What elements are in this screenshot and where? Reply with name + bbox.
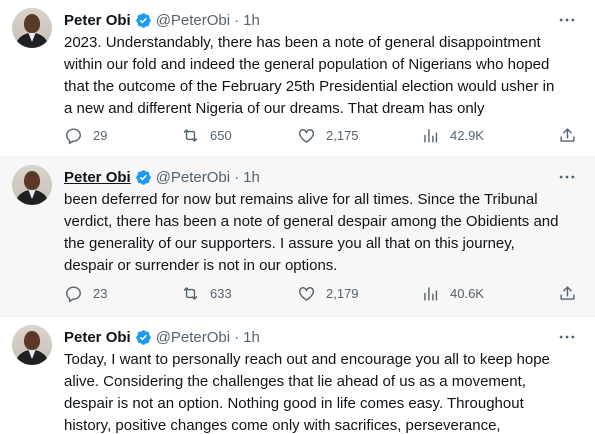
view-count: 42.9K [450, 127, 484, 143]
retweet-icon [183, 128, 198, 142]
tweet-header: Peter Obi @PeterObi · 1h [64, 10, 260, 30]
reply-button[interactable]: 29 [64, 126, 181, 145]
verified-badge-icon [135, 12, 151, 28]
retweet-count: 633 [210, 285, 232, 301]
view-count: 40.6K [450, 285, 484, 301]
retweet-count: 650 [210, 127, 232, 143]
reply-button[interactable]: 23 [64, 284, 181, 303]
share-button[interactable] [558, 126, 577, 145]
avatar[interactable] [12, 165, 52, 205]
avatar[interactable] [12, 8, 52, 48]
author-name[interactable]: Peter Obi [64, 169, 131, 186]
reply-count: 23 [93, 285, 108, 301]
share-icon [560, 285, 575, 300]
more-dots-icon[interactable] [557, 10, 577, 30]
views-icon [424, 286, 438, 301]
timestamp[interactable]: 1h [243, 12, 260, 29]
separator: · [234, 328, 240, 346]
author-name[interactable]: Peter Obi [64, 12, 131, 29]
views-button[interactable]: 42.9K [421, 126, 484, 145]
tweet-1[interactable]: Peter Obi @PeterObi · 1h 2023. Understan… [0, 0, 595, 157]
views-button[interactable]: 40.6K [421, 284, 484, 303]
retweet-icon [183, 286, 198, 300]
like-button[interactable]: 2,175 [297, 126, 421, 145]
reply-count: 29 [93, 127, 108, 143]
verified-badge-icon [135, 169, 151, 185]
author-handle[interactable]: @PeterObi [156, 169, 230, 186]
retweet-button[interactable]: 650 [181, 126, 297, 145]
verified-badge-icon [135, 329, 151, 345]
tweet-header: Peter Obi @PeterObi · 1h [64, 327, 260, 347]
tweet-2[interactable]: Peter Obi @PeterObi · 1h been deferred f… [0, 157, 595, 317]
like-count: 2,179 [326, 285, 359, 301]
tweet-3[interactable]: Peter Obi @PeterObi · 1h Today, I want t… [0, 317, 595, 434]
tweet-text: 2023. Understandably, there has been a n… [64, 34, 555, 117]
like-button[interactable]: 2,179 [297, 284, 421, 303]
timestamp[interactable]: 1h [243, 169, 260, 186]
avatar[interactable] [12, 325, 52, 365]
action-bar: 29 650 2,175 42.9K [64, 125, 577, 145]
heart-icon [298, 286, 315, 301]
author-handle[interactable]: @PeterObi [156, 329, 230, 346]
reply-icon [66, 285, 81, 303]
share-icon [560, 127, 575, 142]
timestamp[interactable]: 1h [243, 329, 260, 346]
more-dots-icon[interactable] [557, 327, 577, 347]
tweet-text: Today, I want to personally reach out an… [64, 351, 550, 434]
reply-icon [66, 127, 81, 145]
author-name[interactable]: Peter Obi [64, 329, 131, 346]
author-handle[interactable]: @PeterObi [156, 12, 230, 29]
separator: · [234, 11, 240, 29]
action-bar: 23 633 2,179 40.6K [64, 283, 577, 303]
like-count: 2,175 [326, 127, 359, 143]
tweet-text: been deferred for now but remains alive … [64, 191, 559, 274]
share-button[interactable] [558, 284, 577, 303]
views-icon [424, 128, 438, 143]
separator: · [234, 168, 240, 186]
tweet-header: Peter Obi @PeterObi · 1h [64, 167, 260, 187]
retweet-button[interactable]: 633 [181, 284, 297, 303]
more-dots-icon[interactable] [557, 167, 577, 187]
heart-icon [298, 128, 315, 143]
